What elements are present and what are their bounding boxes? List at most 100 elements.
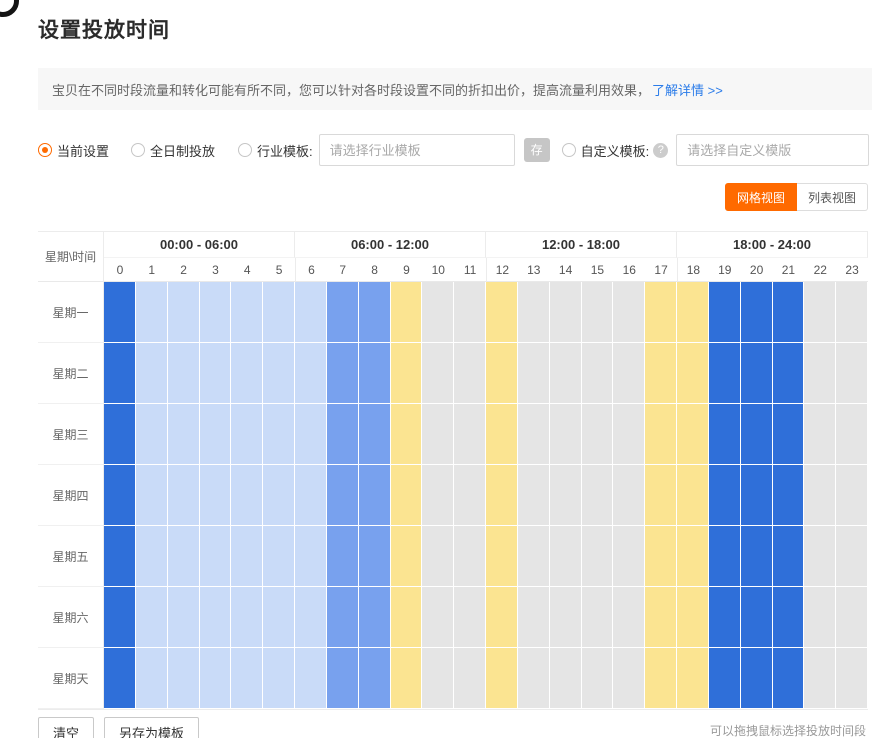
time-cell[interactable] xyxy=(550,465,582,526)
time-cell[interactable] xyxy=(550,343,582,404)
learn-more-link[interactable]: 了解详情 >> xyxy=(652,80,723,99)
time-cell[interactable] xyxy=(168,526,200,587)
time-cell[interactable] xyxy=(136,282,168,343)
time-cell[interactable] xyxy=(454,526,486,587)
time-cell[interactable] xyxy=(327,648,359,709)
clear-button[interactable]: 清空 xyxy=(38,717,94,738)
time-cell[interactable] xyxy=(613,465,645,526)
time-cell[interactable] xyxy=(741,343,773,404)
time-cell[interactable] xyxy=(773,648,805,709)
time-cell[interactable] xyxy=(709,343,741,404)
day-label[interactable]: 星期二 xyxy=(38,343,104,404)
time-cell[interactable] xyxy=(709,404,741,465)
time-cell[interactable] xyxy=(645,282,677,343)
time-cell[interactable] xyxy=(263,648,295,709)
time-cell[interactable] xyxy=(741,587,773,648)
time-cell[interactable] xyxy=(677,404,709,465)
time-cell[interactable] xyxy=(263,526,295,587)
time-cell[interactable] xyxy=(295,648,327,709)
time-cell[interactable] xyxy=(454,282,486,343)
time-cell[interactable] xyxy=(836,343,868,404)
time-cell[interactable] xyxy=(773,587,805,648)
time-cell[interactable] xyxy=(773,282,805,343)
time-cell[interactable] xyxy=(582,465,614,526)
time-cell[interactable] xyxy=(295,465,327,526)
time-cell[interactable] xyxy=(295,526,327,587)
time-cell[interactable] xyxy=(804,282,836,343)
time-cell[interactable] xyxy=(645,343,677,404)
radio-fullday-delivery[interactable]: 全日制投放 xyxy=(131,141,215,160)
time-cell[interactable] xyxy=(645,465,677,526)
time-cell[interactable] xyxy=(773,343,805,404)
time-cell[interactable] xyxy=(200,526,232,587)
time-cell[interactable] xyxy=(327,404,359,465)
time-cell[interactable] xyxy=(613,648,645,709)
time-cell[interactable] xyxy=(804,587,836,648)
time-cell[interactable] xyxy=(136,587,168,648)
time-cell[interactable] xyxy=(231,343,263,404)
time-cell[interactable] xyxy=(709,465,741,526)
time-cell[interactable] xyxy=(168,465,200,526)
time-cell[interactable] xyxy=(104,282,136,343)
time-cell[interactable] xyxy=(136,465,168,526)
time-cell[interactable] xyxy=(295,587,327,648)
time-cell[interactable] xyxy=(422,526,454,587)
time-cell[interactable] xyxy=(231,526,263,587)
industry-template-input[interactable] xyxy=(319,134,515,166)
time-cell[interactable] xyxy=(582,343,614,404)
hour-header[interactable]: 3 xyxy=(200,258,232,282)
time-cell[interactable] xyxy=(263,465,295,526)
radio-current-setting[interactable]: 当前设置 xyxy=(38,141,109,160)
hour-header[interactable]: 10 xyxy=(422,258,454,282)
time-cell[interactable] xyxy=(200,282,232,343)
time-cell[interactable] xyxy=(422,465,454,526)
time-cell[interactable] xyxy=(709,587,741,648)
time-cell[interactable] xyxy=(422,404,454,465)
time-cell[interactable] xyxy=(327,587,359,648)
time-cell[interactable] xyxy=(359,404,391,465)
time-cell[interactable] xyxy=(168,587,200,648)
time-cell[interactable] xyxy=(136,648,168,709)
time-cell[interactable] xyxy=(168,282,200,343)
time-cell[interactable] xyxy=(200,404,232,465)
time-cell[interactable] xyxy=(359,343,391,404)
time-cell[interactable] xyxy=(391,648,423,709)
time-cell[interactable] xyxy=(836,282,868,343)
time-cell[interactable] xyxy=(486,648,518,709)
hour-header[interactable]: 8 xyxy=(359,258,391,282)
time-cell[interactable] xyxy=(582,587,614,648)
time-cell[interactable] xyxy=(518,526,550,587)
day-label[interactable]: 星期天 xyxy=(38,648,104,709)
time-cell[interactable] xyxy=(104,465,136,526)
time-cell[interactable] xyxy=(518,587,550,648)
time-cell[interactable] xyxy=(422,343,454,404)
time-cell[interactable] xyxy=(550,648,582,709)
time-cell[interactable] xyxy=(136,404,168,465)
time-cell[interactable] xyxy=(295,282,327,343)
time-cell[interactable] xyxy=(263,282,295,343)
time-cell[interactable] xyxy=(613,587,645,648)
time-cell[interactable] xyxy=(454,404,486,465)
hour-header[interactable]: 13 xyxy=(518,258,550,282)
time-cell[interactable] xyxy=(773,404,805,465)
time-cell[interactable] xyxy=(263,404,295,465)
time-cell[interactable] xyxy=(582,648,614,709)
time-cell[interactable] xyxy=(741,648,773,709)
time-cell[interactable] xyxy=(804,343,836,404)
time-cell[interactable] xyxy=(231,465,263,526)
day-label[interactable]: 星期六 xyxy=(38,587,104,648)
time-cell[interactable] xyxy=(773,526,805,587)
time-cell[interactable] xyxy=(836,587,868,648)
time-cell[interactable] xyxy=(359,587,391,648)
list-view-button[interactable]: 列表视图 xyxy=(797,183,868,211)
time-cell[interactable] xyxy=(422,648,454,709)
time-cell[interactable] xyxy=(518,648,550,709)
time-cell[interactable] xyxy=(104,404,136,465)
hour-header[interactable]: 18 xyxy=(677,258,709,282)
hour-header[interactable]: 4 xyxy=(231,258,263,282)
hour-header[interactable]: 6 xyxy=(295,258,327,282)
time-cell[interactable] xyxy=(200,343,232,404)
time-cell[interactable] xyxy=(613,526,645,587)
time-cell[interactable] xyxy=(327,526,359,587)
time-cell[interactable] xyxy=(645,648,677,709)
